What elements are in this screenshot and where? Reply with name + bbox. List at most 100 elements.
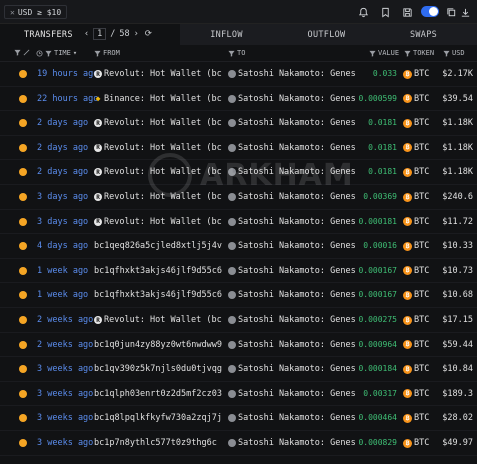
chevron-right-icon[interactable]: ›: [134, 29, 139, 39]
token-cell[interactable]: ₿ BTC: [403, 290, 429, 300]
copy-icon[interactable]: [444, 5, 458, 19]
table-row[interactable]: 4 days ago bc1qeq826a5cjled8xtlj5j4ve48a…: [0, 234, 477, 259]
token-cell[interactable]: ₿ BTC: [403, 143, 429, 153]
time-link[interactable]: 3 weeks ago: [37, 364, 93, 374]
bookmark-icon[interactable]: [378, 5, 392, 19]
table-row[interactable]: 1 week ago bc1qfhxkt3akjs46jlf9d55c6k0f7…: [0, 283, 477, 308]
token-cell[interactable]: ₿ BTC: [403, 438, 429, 448]
from-address[interactable]: bc1p7n8ythlc577t0z9thg6c(+1): [94, 438, 222, 448]
toggle-switch[interactable]: [421, 6, 439, 17]
table-row[interactable]: 3 days ago RRevolut: Hot Wallet (bc1qa) …: [0, 185, 477, 210]
from-address[interactable]: bc1q0jun4zy88yz0wt6nwdww9v6jp: [94, 340, 222, 350]
time-link[interactable]: 3 days ago: [37, 192, 88, 202]
from-address[interactable]: bc1q8lpqlkfkyfw730a2zqj7jm0yp: [94, 413, 222, 423]
from-address[interactable]: RRevolut: Hot Wallet (bc1qa): [94, 143, 222, 153]
from-address[interactable]: bc1qfhxkt3akjs46jlf9d55c6k0f7: [94, 290, 222, 300]
time-link[interactable]: 3 weeks ago: [37, 413, 93, 423]
table-row[interactable]: 3 weeks ago bc1qv390z5k7njls0du0tjvqg7ts…: [0, 357, 477, 382]
to-address[interactable]: Satoshi Nakamoto: Genesis: [228, 118, 355, 128]
time-link[interactable]: 3 weeks ago: [37, 389, 93, 399]
to-address[interactable]: Satoshi Nakamoto: Genesis: [228, 69, 355, 79]
download-icon[interactable]: [458, 5, 472, 19]
from-address[interactable]: RRevolut: Hot Wallet (bc1qa): [94, 118, 222, 128]
link-icon[interactable]: [23, 49, 30, 56]
table-row[interactable]: 3 weeks ago bc1p7n8ythlc577t0z9thg6c(+1)…: [0, 431, 477, 456]
to-address[interactable]: Satoshi Nakamoto: Genesis: [228, 438, 355, 448]
token-cell[interactable]: ₿ BTC: [403, 364, 429, 374]
token-cell[interactable]: ₿ BTC: [403, 192, 429, 202]
bell-icon[interactable]: [356, 5, 370, 19]
token-cell[interactable]: ₿ BTC: [403, 241, 429, 251]
table-row[interactable]: 3 days ago RRevolut: Hot Wallet (bc1qa) …: [0, 210, 477, 235]
from-address[interactable]: RRevolut: Hot Wallet (bc1qa): [94, 217, 222, 227]
time-link[interactable]: 2 weeks ago: [37, 340, 93, 350]
from-column-header[interactable]: FROM: [94, 49, 120, 57]
time-link[interactable]: 3 weeks ago: [37, 438, 93, 448]
from-address[interactable]: RRevolut: Hot Wallet (bc1qa): [94, 192, 222, 202]
token-cell[interactable]: ₿ BTC: [403, 389, 429, 399]
to-address[interactable]: Satoshi Nakamoto: Genesis: [228, 192, 355, 202]
to-address[interactable]: Satoshi Nakamoto: Genesis: [228, 340, 355, 350]
to-address[interactable]: Satoshi Nakamoto: Genesis: [228, 167, 355, 177]
time-link[interactable]: 22 hours ago: [37, 94, 98, 104]
token-cell[interactable]: ₿ BTC: [403, 315, 429, 325]
from-address[interactable]: RRevolut: Hot Wallet (bc1qa): [94, 69, 222, 79]
time-link[interactable]: 2 days ago: [37, 167, 88, 177]
to-address[interactable]: Satoshi Nakamoto: Genesis: [228, 94, 355, 104]
chevron-left-icon[interactable]: ‹: [84, 29, 89, 39]
table-row[interactable]: 2 days ago RRevolut: Hot Wallet (bc1qa) …: [0, 111, 477, 136]
from-address[interactable]: bc1qv390z5k7njls0du0tjvqg7tsu: [94, 364, 222, 374]
to-address[interactable]: Satoshi Nakamoto: Genesis: [228, 364, 355, 374]
time-link[interactable]: 1 week ago: [37, 290, 88, 300]
usd-column-header[interactable]: USD: [443, 49, 465, 57]
token-cell[interactable]: ₿ BTC: [403, 413, 429, 423]
tab-inflow[interactable]: INFLOW: [180, 24, 273, 45]
table-row[interactable]: 2 days ago RRevolut: Hot Wallet (bc1qa) …: [0, 160, 477, 185]
filter-icon[interactable]: [14, 49, 21, 56]
to-address[interactable]: Satoshi Nakamoto: Genesis: [228, 266, 355, 276]
to-address[interactable]: Satoshi Nakamoto: Genesis: [228, 241, 355, 251]
table-row[interactable]: 3 weeks ago bc1q8lpqlkfkyfw730a2zqj7jm0y…: [0, 406, 477, 431]
to-address[interactable]: Satoshi Nakamoto: Genesis: [228, 143, 355, 153]
token-cell[interactable]: ₿ BTC: [403, 167, 429, 177]
token-cell[interactable]: ₿ BTC: [403, 69, 429, 79]
time-link[interactable]: 4 days ago: [37, 241, 88, 251]
page-input[interactable]: 1: [93, 28, 107, 40]
usd-filter-chip[interactable]: ✕ USD ≥ $10: [4, 5, 68, 19]
to-address[interactable]: Satoshi Nakamoto: Genesis: [228, 413, 355, 423]
table-row[interactable]: 22 hours ago ◆Binance: Hot Wallet (bc1qm…: [0, 87, 477, 112]
from-address[interactable]: RRevolut: Hot Wallet (bc1qa): [94, 167, 222, 177]
value-column-header[interactable]: VALUE: [369, 49, 399, 57]
token-cell[interactable]: ₿ BTC: [403, 118, 429, 128]
time-link[interactable]: 2 days ago: [37, 143, 88, 153]
token-column-header[interactable]: TOKEN: [404, 49, 434, 57]
to-column-header[interactable]: TO: [228, 49, 245, 57]
table-row[interactable]: 2 weeks ago RRevolut: Hot Wallet (bc1qa)…: [0, 308, 477, 333]
table-row[interactable]: 19 hours ago RRevolut: Hot Wallet (bc1qa…: [0, 62, 477, 87]
to-address[interactable]: Satoshi Nakamoto: Genesis: [228, 389, 355, 399]
from-address[interactable]: RRevolut: Hot Wallet (bc1qa): [94, 315, 222, 325]
from-address[interactable]: bc1qlph03enrt0z2d5mf2cz030r9p: [94, 389, 222, 399]
from-address[interactable]: bc1qeq826a5cjled8xtlj5j4ve48a: [94, 241, 222, 251]
token-cell[interactable]: ₿ BTC: [403, 94, 429, 104]
time-column-header[interactable]: TIME ▾: [36, 49, 77, 57]
to-address[interactable]: Satoshi Nakamoto: Genesis: [228, 217, 355, 227]
from-address[interactable]: bc1qfhxkt3akjs46jlf9d55c6k0f7: [94, 266, 222, 276]
from-address[interactable]: ◆Binance: Hot Wallet (bc1qm): [94, 94, 222, 104]
to-address[interactable]: Satoshi Nakamoto: Genesis: [228, 290, 355, 300]
table-row[interactable]: 1 week ago bc1qfhxkt3akjs46jlf9d55c6k0f7…: [0, 259, 477, 284]
time-link[interactable]: 3 days ago: [37, 217, 88, 227]
token-cell[interactable]: ₿ BTC: [403, 340, 429, 350]
time-link[interactable]: 1 week ago: [37, 266, 88, 276]
table-row[interactable]: 2 days ago RRevolut: Hot Wallet (bc1qa) …: [0, 136, 477, 161]
table-row[interactable]: 3 weeks ago bc1qlph03enrt0z2d5mf2cz030r9…: [0, 382, 477, 407]
refresh-icon[interactable]: ⟳: [145, 29, 152, 39]
time-link[interactable]: 19 hours ago: [37, 69, 98, 79]
save-icon[interactable]: [400, 5, 414, 19]
tab-outflow[interactable]: OUTFLOW: [280, 24, 373, 45]
table-row[interactable]: 2 weeks ago bc1q0jun4zy88yz0wt6nwdww9v6j…: [0, 333, 477, 358]
time-link[interactable]: 2 days ago: [37, 118, 88, 128]
tab-swaps[interactable]: SWAPS: [377, 24, 470, 45]
token-cell[interactable]: ₿ BTC: [403, 266, 429, 276]
time-link[interactable]: 2 weeks ago: [37, 315, 93, 325]
